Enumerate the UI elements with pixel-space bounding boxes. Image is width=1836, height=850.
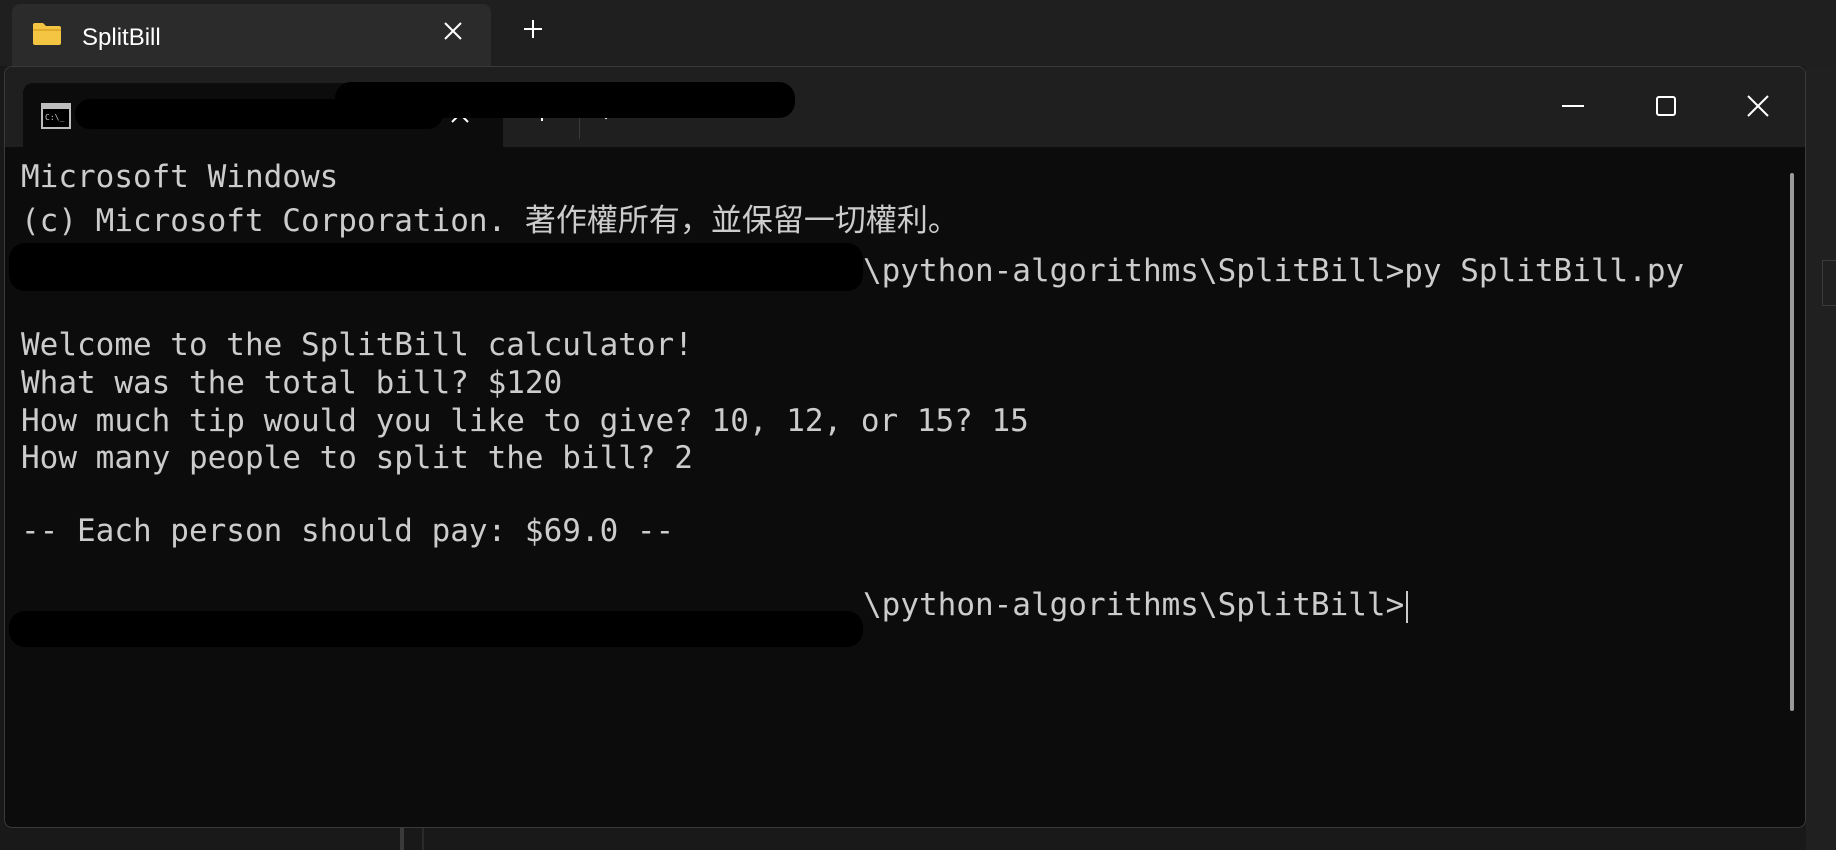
explorer-tab-bar: SplitBill (0, 0, 1836, 66)
text-cursor (1406, 590, 1409, 623)
console-output-line: How many people to split the bill? 2 (21, 440, 693, 476)
terminal-title-bar: C:\_ (5, 67, 1805, 147)
minimize-button[interactable] (1560, 93, 1586, 124)
console-output[interactable]: Microsoft Windows (c) Microsoft Corporat… (5, 82, 1805, 827)
prompt-path: \python-algorithms\SplitBill> (863, 253, 1405, 289)
close-icon[interactable] (442, 20, 464, 47)
terminal-window: C:\_ Microsoft Windows (c) Microsoft Cor… (4, 66, 1806, 828)
redacted-version (335, 82, 795, 118)
console-prompt-2: \python-algorithms\SplitBill> (863, 587, 1409, 623)
console-header-line-2: (c) Microsoft Corporation. 著作權所有，並保留一切權利… (21, 203, 959, 239)
explorer-pane-edge (1822, 260, 1836, 306)
prompt-command: py SplitBill.py (1404, 253, 1685, 289)
folder-icon (32, 21, 62, 52)
explorer-tab-title: SplitBill (82, 24, 161, 51)
explorer-right-pane (1806, 66, 1836, 850)
explorer-tab-splitbill[interactable]: SplitBill (12, 4, 491, 66)
svg-text:C:\_: C:\_ (45, 113, 64, 122)
console-prompt-1: \python-algorithms\SplitBill>py SplitBil… (863, 253, 1684, 289)
vertical-scrollbar[interactable] (1790, 173, 1794, 711)
maximize-button[interactable] (1653, 93, 1679, 124)
console-output-line: How much tip would you like to give? 10,… (21, 403, 1029, 439)
console-result-line: -- Each person should pay: $69.0 -- (21, 513, 675, 549)
cmd-icon: C:\_ (41, 103, 71, 134)
console-header-line-1: Microsoft Windows (21, 159, 339, 195)
console-output-line: What was the total bill? $120 (21, 365, 563, 401)
console-output-line: Welcome to the SplitBill calculator! (21, 327, 693, 363)
explorer-new-tab-button[interactable] (522, 18, 544, 45)
redacted-path (9, 243, 863, 291)
redacted-path (9, 611, 863, 647)
prompt-path: \python-algorithms\SplitBill> (863, 587, 1405, 623)
close-window-button[interactable] (1745, 93, 1771, 124)
